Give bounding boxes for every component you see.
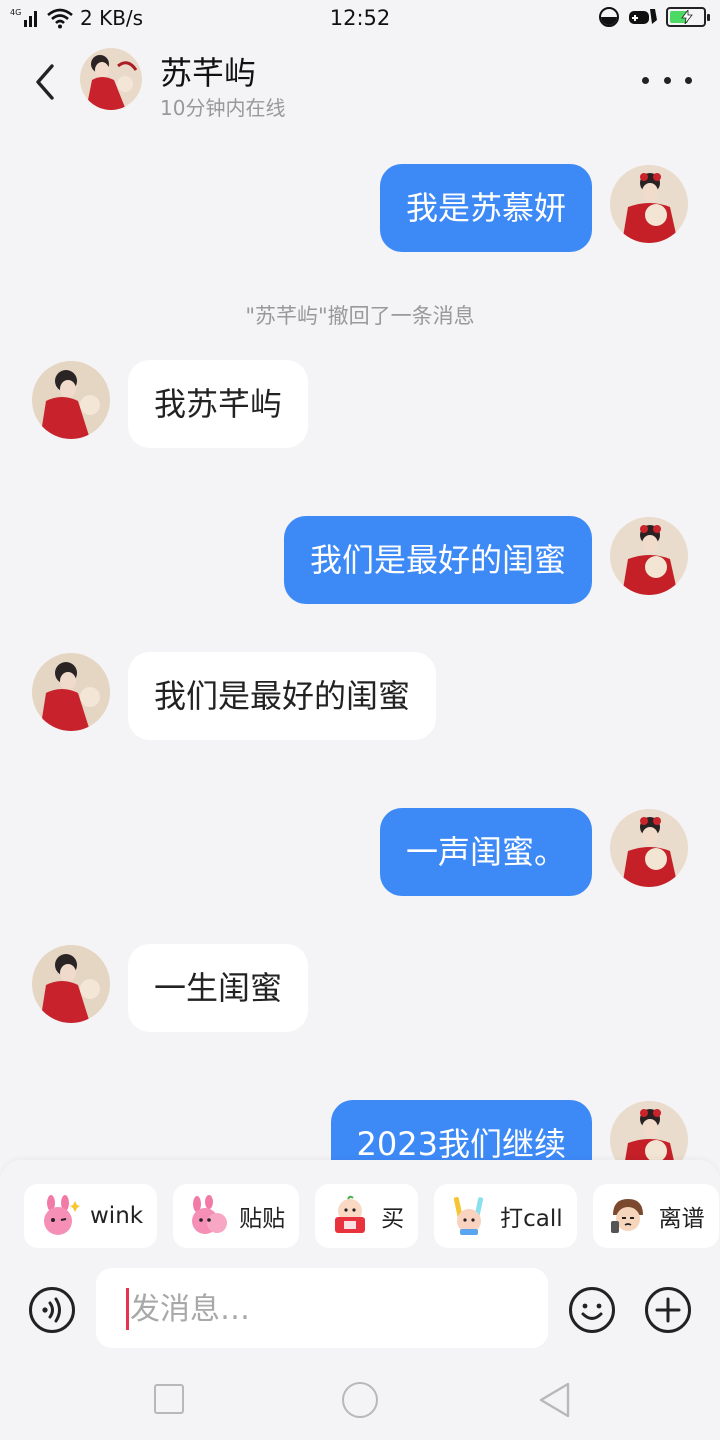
home-icon[interactable] [342,1382,378,1418]
message-list[interactable]: 我是苏慕妍 "苏芊屿"撤回了一条消息 我苏芊屿 我们是最好的闺蜜 我们是最好的闺… [0,128,720,1160]
avatar-image-red-dress [32,361,110,439]
message-input-placeholder: 发消息… [130,1292,250,1327]
speechless-face-icon [607,1195,649,1237]
buy-sticker-icon [329,1195,371,1237]
quick-sticker-lipu[interactable]: 离谱 [592,1184,719,1248]
lightstick-call-icon [448,1195,490,1237]
chat-header: 苏芊屿 10分钟内在线 [0,38,720,128]
outgoing-message-bubble[interactable]: 一声闺蜜。 [379,808,592,896]
my-avatar[interactable] [610,1101,688,1160]
text-caret [126,1288,129,1330]
outgoing-message-bubble[interactable]: 我是苏慕妍 [379,164,592,252]
voice-input-icon[interactable] [28,1286,76,1334]
quick-sticker-wink[interactable]: wink [24,1184,158,1248]
quick-sticker-label: wink [90,1203,144,1229]
nav-back-icon[interactable] [538,1382,572,1418]
avatar-image-red-hanfu [610,517,688,595]
message-input[interactable]: 发消息… [96,1268,548,1348]
avatar-image-red-hanfu [610,809,688,887]
quick-sticker-dacall[interactable]: 打call [434,1184,577,1248]
do-not-disturb-icon [599,7,619,27]
add-attachment-icon[interactable] [644,1286,692,1334]
more-options-icon[interactable] [642,68,692,92]
incoming-message-bubble[interactable]: 我苏芊屿 [128,360,309,448]
quick-sticker-label: 离谱 [658,1206,705,1232]
avatar-image-red-dress [32,945,110,1023]
back-arrow-icon[interactable] [26,58,66,106]
contact-online-status: 10分钟内在线 [160,96,286,120]
contact-message-avatar[interactable] [32,945,110,1023]
avatar-image-red-dress [80,48,142,110]
emoji-icon[interactable] [568,1286,616,1334]
status-bar-right [598,6,710,28]
quick-sticker-bar[interactable]: wink 贴贴 买 打call 离谱 [24,1184,719,1248]
outgoing-message-bubble[interactable]: 我们是最好的闺蜜 [283,516,592,604]
recall-notice: "苏芊屿"撤回了一条消息 [245,304,475,328]
incoming-message-bubble[interactable]: 我们是最好的闺蜜 [128,652,437,740]
charging-bolt-icon [681,10,693,24]
pink-bunny-wink-icon [38,1195,80,1237]
contact-message-avatar[interactable] [32,361,110,439]
contact-message-avatar[interactable] [32,653,110,731]
my-avatar[interactable] [610,517,688,595]
avatar-image-red-hanfu [610,165,688,243]
quick-sticker-buy[interactable]: 买 [315,1184,419,1248]
more-dot [642,76,649,84]
recent-apps-icon[interactable] [154,1384,184,1414]
my-avatar[interactable] [610,165,688,243]
contact-name[interactable]: 苏芊屿 [160,48,256,94]
quick-sticker-label: 买 [381,1206,405,1232]
system-navigation-bar [0,1360,720,1440]
composer-row: 发消息… [0,1268,720,1348]
avatar-image-red-hanfu [610,1101,688,1160]
pink-bunny-hug-icon [187,1195,229,1237]
contact-avatar[interactable] [80,48,142,110]
game-mode-icon [629,9,657,24]
composer-panel: wink 贴贴 买 打call 离谱 发消息… [0,1160,720,1360]
avatar-image-red-dress [32,653,110,731]
more-dot [685,76,692,84]
outgoing-message-bubble[interactable]: 2023我们继续 [330,1100,592,1160]
my-avatar[interactable] [610,809,688,887]
quick-sticker-label: 打call [500,1206,563,1232]
status-bar: 4G 2 KB/s 12:52 [0,0,720,38]
quick-sticker-label: 贴贴 [239,1206,286,1232]
battery-icon [666,7,710,27]
more-dot [663,76,671,84]
incoming-message-bubble[interactable]: 一生闺蜜 [128,944,309,1032]
quick-sticker-tietie[interactable]: 贴贴 [173,1184,300,1248]
